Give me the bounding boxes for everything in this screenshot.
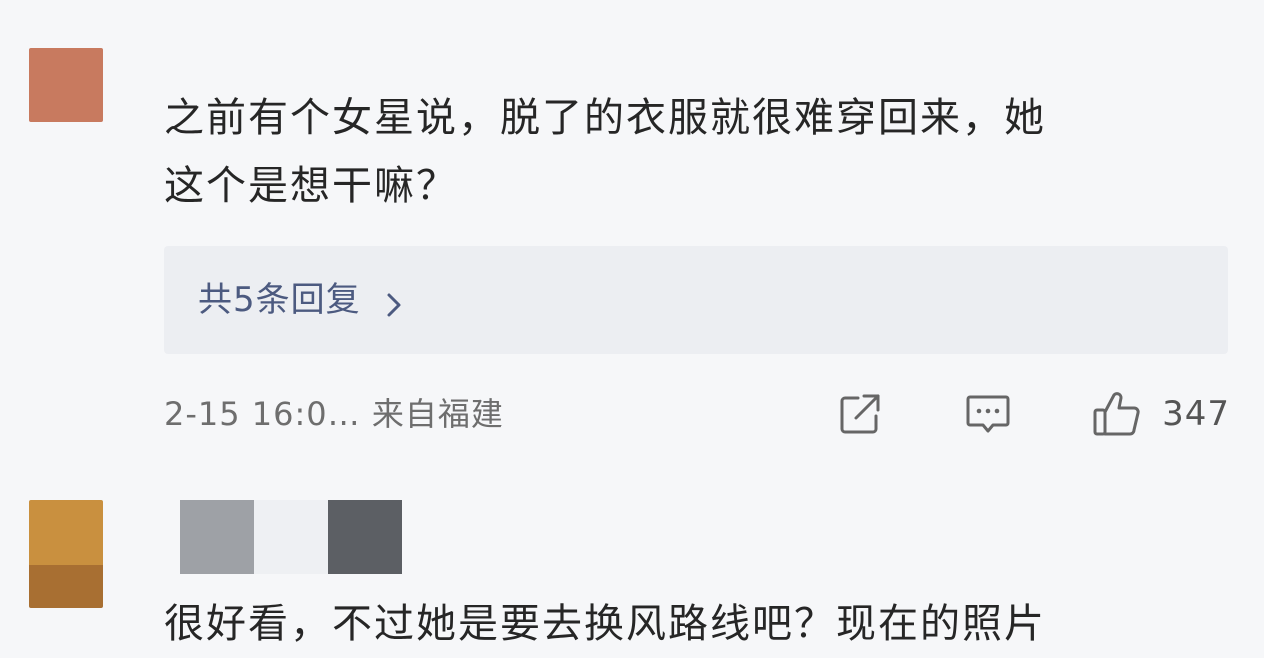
comment-actions: 347 (832, 386, 1230, 442)
comment-item: 很好看，不过她是要去换风路线吧？现在的照片 (0, 470, 1264, 647)
username-blurred (180, 500, 402, 574)
like-count: 347 (1162, 394, 1230, 434)
view-replies-link[interactable]: 共5条回复 (198, 276, 409, 324)
blur-block (328, 500, 402, 574)
comment-text: 之前有个女星说，脱了的衣服就很难穿回来，她 这个是想干嘛？ (164, 84, 1224, 220)
blur-block (254, 500, 328, 574)
view-replies-label: 共5条回复 (198, 280, 361, 320)
blur-block (180, 500, 254, 574)
comment-item: 之前有个女星说，脱了的衣服就很难穿回来，她 这个是想干嘛？ 共5条回复 2-15… (0, 0, 1264, 470)
comment-icon (966, 395, 1010, 433)
comment-text-line: 这个是想干嘛？ (164, 163, 458, 209)
avatar[interactable] (29, 48, 103, 122)
comment-meta: 2-15 16:0… 来自福建 (164, 395, 504, 433)
share-icon (840, 394, 880, 434)
reply-button[interactable] (960, 386, 1016, 442)
thumbs-up-icon (1093, 392, 1140, 436)
share-button[interactable] (832, 386, 888, 442)
comment-text-line: 之前有个女星说，脱了的衣服就很难穿回来，她 (164, 95, 1046, 141)
reply-preview-box[interactable]: 共5条回复 (164, 246, 1228, 354)
comment-text: 很好看，不过她是要去换风路线吧？现在的照片 (164, 601, 1046, 647)
like-button[interactable]: 347 (1090, 387, 1230, 441)
chevron-right-icon (379, 285, 409, 317)
avatar[interactable] (29, 500, 103, 608)
